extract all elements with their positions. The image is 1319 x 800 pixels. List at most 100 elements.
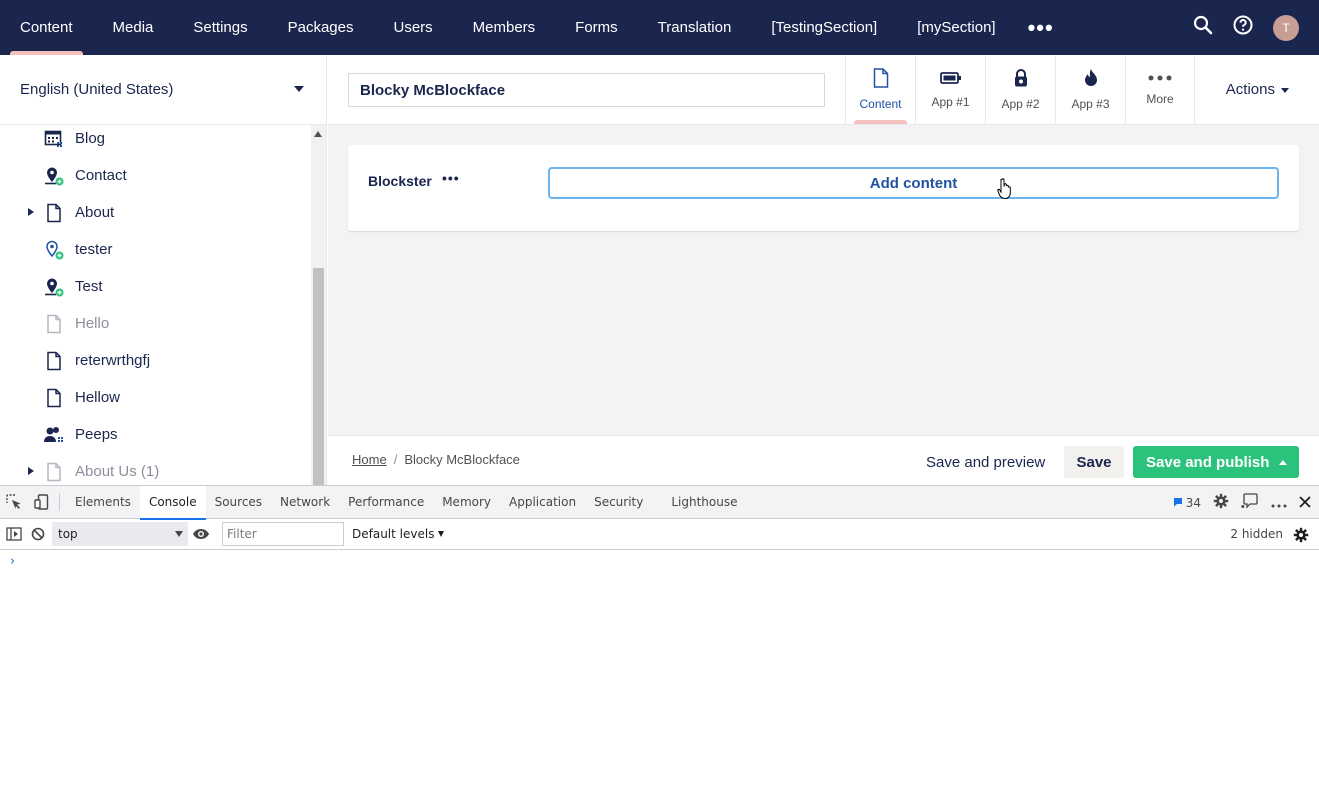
tree-node-label: tester	[75, 241, 113, 258]
caret-down-icon	[438, 531, 445, 537]
actions-menu-button[interactable]: Actions	[1226, 55, 1289, 124]
section-translation[interactable]: Translation	[638, 0, 752, 55]
section-packages[interactable]: Packages	[268, 0, 374, 55]
app-3[interactable]: App #3	[1055, 55, 1125, 124]
flame-icon	[1084, 68, 1098, 97]
console-prompt[interactable]: ›	[10, 554, 15, 569]
tree-node-hellow[interactable]: Hellow	[0, 379, 312, 416]
tree-node-test[interactable]: Test	[0, 268, 312, 305]
tree-node-hello[interactable]: Hello	[0, 305, 312, 342]
app-more[interactable]: More	[1125, 55, 1195, 124]
user-avatar[interactable]: T	[1273, 14, 1299, 41]
app-label: App #2	[1001, 97, 1040, 111]
section-members[interactable]: Members	[453, 0, 556, 55]
tree-node-blog[interactable]: Blog	[0, 125, 312, 157]
editor-footer: Home / Blocky McBlockface Save and previ…	[328, 435, 1319, 485]
context-selector[interactable]: top	[52, 522, 188, 546]
breadcrumb: Home / Blocky McBlockface	[352, 452, 520, 467]
search-icon[interactable]	[1193, 15, 1213, 40]
app-1[interactable]: App #1	[915, 55, 985, 124]
section-forms[interactable]: Forms	[555, 0, 638, 55]
property-actions-button[interactable]: •••	[442, 170, 460, 186]
tree-scrollbar[interactable]	[311, 125, 326, 485]
console-filter-input[interactable]	[222, 522, 344, 546]
users-icon	[44, 425, 64, 445]
section-users[interactable]: Users	[373, 0, 452, 55]
inspect-element-icon[interactable]	[0, 486, 28, 519]
caret-down-icon	[1281, 88, 1289, 93]
scroll-up-arrow-icon[interactable]	[314, 131, 322, 137]
app-content[interactable]: Content	[845, 55, 915, 124]
tree-node-label: reterwrthgfj	[75, 352, 151, 369]
show-sidebar-icon[interactable]	[0, 518, 28, 551]
tree-node-label: Peeps	[75, 426, 118, 443]
tree-node-label: About Us (1)	[75, 463, 160, 480]
app-label: Content	[859, 97, 902, 111]
breadcrumb-home-link[interactable]: Home	[352, 452, 387, 467]
section-settings[interactable]: Settings	[173, 0, 267, 55]
toolbar-divider	[59, 493, 60, 511]
more-options-icon[interactable]	[1271, 493, 1287, 512]
location-pin-icon	[44, 277, 64, 297]
location-pin-icon	[44, 240, 64, 260]
document-icon	[44, 388, 64, 408]
app-label: App #3	[1071, 97, 1110, 111]
settings-gear-icon[interactable]	[1213, 493, 1229, 513]
app-2[interactable]: App #2	[985, 55, 1055, 124]
caret-down-icon	[175, 531, 183, 537]
node-name-input[interactable]	[348, 73, 825, 107]
caret-up-icon	[1279, 459, 1287, 465]
hidden-messages-count: 2 hidden	[1230, 527, 1283, 541]
devtools-tabbar: Elements Console Sources Network Perform…	[0, 485, 1319, 520]
tree-node-reterwrthgfj[interactable]: reterwrthgfj	[0, 342, 312, 379]
clear-console-icon[interactable]	[28, 518, 48, 551]
tab-console[interactable]: Console	[139, 485, 206, 520]
tree-node-about[interactable]: About	[0, 194, 312, 231]
section-testingsection[interactable]: [TestingSection]	[751, 0, 897, 55]
help-icon[interactable]	[1233, 15, 1253, 40]
lock-icon	[1013, 68, 1029, 97]
tree-node-tester[interactable]: tester	[0, 231, 312, 268]
tab-elements[interactable]: Elements	[66, 486, 140, 519]
tree-node-label: About	[75, 204, 115, 221]
tab-performance[interactable]: Performance	[339, 486, 433, 519]
issues-counter[interactable]: 34	[1173, 496, 1201, 510]
tab-memory[interactable]: Memory	[433, 486, 500, 519]
console-settings-gear-icon[interactable]	[1293, 527, 1309, 547]
add-content-button[interactable]: Add content	[548, 167, 1279, 199]
tree-node-contact[interactable]: Contact	[0, 157, 312, 194]
tree-node-peeps[interactable]: Peeps	[0, 416, 312, 453]
tree-node-about-us[interactable]: About Us (1)	[0, 453, 312, 485]
tab-sources[interactable]: Sources	[206, 486, 271, 519]
expand-arrow-icon[interactable]	[28, 208, 34, 216]
tab-security[interactable]: Security	[585, 486, 652, 519]
device-toolbar-icon[interactable]	[28, 486, 56, 519]
scrollbar-thumb[interactable]	[313, 268, 324, 485]
tree-list: Blog Contact About tester Test Hello ret…	[0, 125, 326, 485]
editor-header: Content App #1 App #2 App #3	[328, 55, 1319, 125]
section-media[interactable]: Media	[93, 0, 174, 55]
culture-selector[interactable]: English (United States)	[0, 55, 326, 125]
tree-node-label: Blog	[75, 130, 106, 147]
tab-network[interactable]: Network	[271, 486, 339, 519]
log-levels-dropdown[interactable]: Default levels	[352, 527, 445, 541]
live-expression-eye-icon[interactable]	[188, 518, 214, 551]
battery-icon	[939, 70, 962, 95]
close-icon[interactable]	[1299, 493, 1311, 512]
save-button[interactable]: Save	[1064, 446, 1124, 478]
expand-arrow-icon[interactable]	[28, 467, 34, 475]
app-label: More	[1146, 92, 1174, 106]
save-and-publish-button[interactable]: Save and publish	[1133, 446, 1299, 478]
calendar-icon	[44, 129, 64, 149]
tab-lighthouse[interactable]: Lighthouse	[662, 486, 746, 519]
save-and-preview-button[interactable]: Save and preview	[918, 446, 1053, 478]
devtools-panel: Elements Console Sources Network Perform…	[0, 485, 1319, 800]
section-content[interactable]: Content	[0, 0, 93, 55]
breadcrumb-current: Blocky McBlockface	[404, 452, 520, 467]
feedback-icon[interactable]	[1241, 492, 1259, 513]
more-sections-button[interactable]: •••	[1016, 0, 1066, 55]
section-mysection[interactable]: [mySection]	[897, 0, 1015, 55]
tab-application[interactable]: Application	[500, 486, 585, 519]
publish-options-toggle[interactable]	[1267, 446, 1299, 478]
tree-node-label: Hellow	[75, 389, 121, 406]
